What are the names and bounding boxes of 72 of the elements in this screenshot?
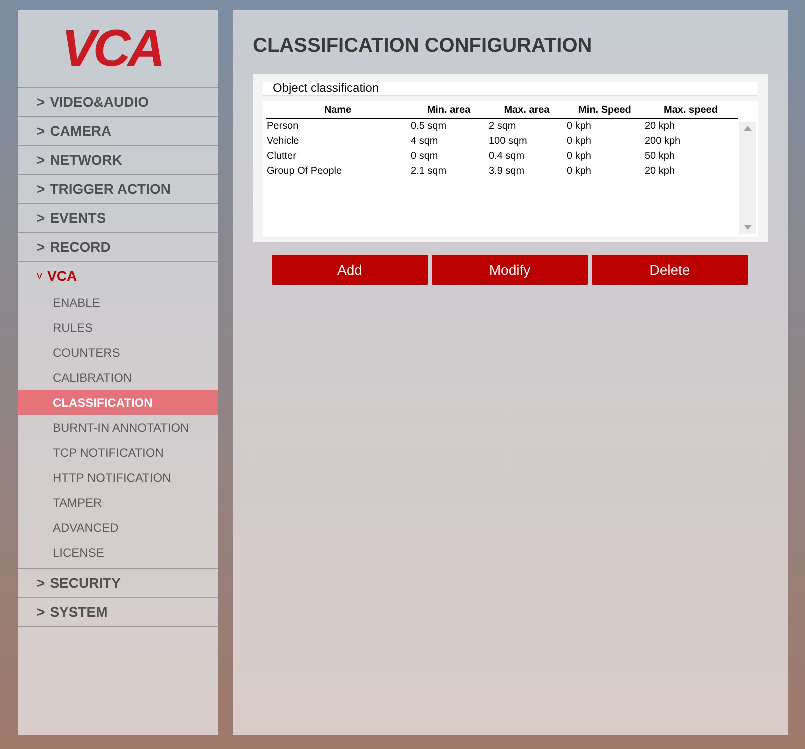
table-cell-text: 200 kph <box>644 135 682 149</box>
submenu-item[interactable]: CLASSIFICATION <box>18 390 218 415</box>
menu-label: CAMERA <box>50 122 112 140</box>
table-cell-text: Clutter <box>266 150 298 164</box>
table-cell-text: 0 kph <box>566 135 592 149</box>
menu-marker: > <box>37 92 46 112</box>
table-cell-text: 0 kph <box>566 150 592 164</box>
submenu-item[interactable]: RULES <box>18 315 218 340</box>
submenu-item[interactable]: ENABLE <box>18 290 218 315</box>
table-cell-text: 4 sqm <box>410 135 440 149</box>
table-cell-text: 0.5 sqm <box>410 120 448 134</box>
menu-label: NETWORK <box>50 150 123 170</box>
scroll-down-icon[interactable] <box>744 225 752 230</box>
menu-item[interactable]: > TRIGGER ACTION <box>18 175 218 203</box>
menu-item[interactable]: > SYSTEM <box>18 598 218 626</box>
scroll-up-icon[interactable] <box>744 126 752 131</box>
submenu-item[interactable]: LICENSE <box>18 540 218 565</box>
menu-marker: > <box>37 238 46 256</box>
column-header: Max. area <box>503 104 551 118</box>
table-cell-text: Person <box>266 120 300 134</box>
menu-label: SYSTEM <box>50 602 108 622</box>
table-cell-text: Group Of People <box>266 165 344 179</box>
menu-item[interactable]: > RECORD <box>18 233 218 261</box>
table-cell-text: 20 kph <box>644 165 676 179</box>
table-cell-text: Vehicle <box>266 135 300 149</box>
action-button[interactable]: Modify <box>432 255 588 285</box>
table-cell-text: 20 kph <box>644 120 676 134</box>
submenu-item[interactable]: ADVANCED <box>18 515 218 540</box>
table-cell-text: 2.1 sqm <box>410 165 448 179</box>
menu-marker: > <box>37 602 46 622</box>
menu-label: EVENTS <box>50 208 106 228</box>
table-cell-text: 100 sqm <box>488 135 528 149</box>
submenu-item[interactable]: HTTP NOTIFICATION <box>18 465 218 490</box>
menu-item[interactable]: > CAMERA <box>18 117 218 145</box>
menu-item[interactable]: > VIDEO&AUDIO <box>18 88 218 116</box>
menu-label: SECURITY <box>50 574 121 592</box>
menu-label: RECORD <box>50 238 111 256</box>
submenu-item[interactable]: BURNT-IN ANNOTATION <box>18 415 218 440</box>
menu-item[interactable]: > EVENTS <box>18 204 218 232</box>
page-title: CLASSIFICATION CONFIGURATION <box>253 34 594 55</box>
submenu-item[interactable]: TCP NOTIFICATION <box>18 440 218 465</box>
menu-marker: > <box>37 208 46 228</box>
action-button[interactable]: Delete <box>592 255 748 285</box>
logo: VCA <box>62 22 162 74</box>
menu-item[interactable]: > SECURITY <box>18 569 218 597</box>
table-cell-text: 50 kph <box>644 150 676 164</box>
menu-marker: v <box>37 268 42 284</box>
submenu-item[interactable]: CALIBRATION <box>18 365 218 390</box>
column-header: Min. area <box>426 104 472 118</box>
column-header: Max. speed <box>663 104 719 118</box>
menu-marker: > <box>37 122 46 140</box>
table-cell-text: 3.9 sqm <box>488 165 526 179</box>
scrollbar[interactable] <box>739 122 756 234</box>
submenu-item[interactable]: TAMPER <box>18 490 218 515</box>
menu-label: VCA <box>48 266 78 286</box>
menu-label: VIDEO&AUDIO <box>50 92 149 112</box>
table-cell-text: 0 sqm <box>410 150 440 164</box>
menu-item[interactable]: v VCA <box>18 262 218 290</box>
menu-item[interactable]: > NETWORK <box>18 146 218 174</box>
table-cell-text: 0 kph <box>566 165 592 179</box>
column-header: Name <box>323 104 353 118</box>
action-button[interactable]: Add <box>272 255 428 285</box>
menu-marker: > <box>37 574 46 592</box>
column-header: Min. Speed <box>578 104 632 118</box>
table-cell-text: 2 sqm <box>488 120 518 134</box>
submenu-item[interactable]: COUNTERS <box>18 340 218 365</box>
table-cell-text: 0.4 sqm <box>488 150 526 164</box>
panel-title: Object classification <box>263 82 758 96</box>
menu-marker: > <box>37 150 46 170</box>
menu-label: TRIGGER ACTION <box>50 180 171 198</box>
table-cell-text: 0 kph <box>566 120 592 134</box>
menu-marker: > <box>37 180 46 198</box>
